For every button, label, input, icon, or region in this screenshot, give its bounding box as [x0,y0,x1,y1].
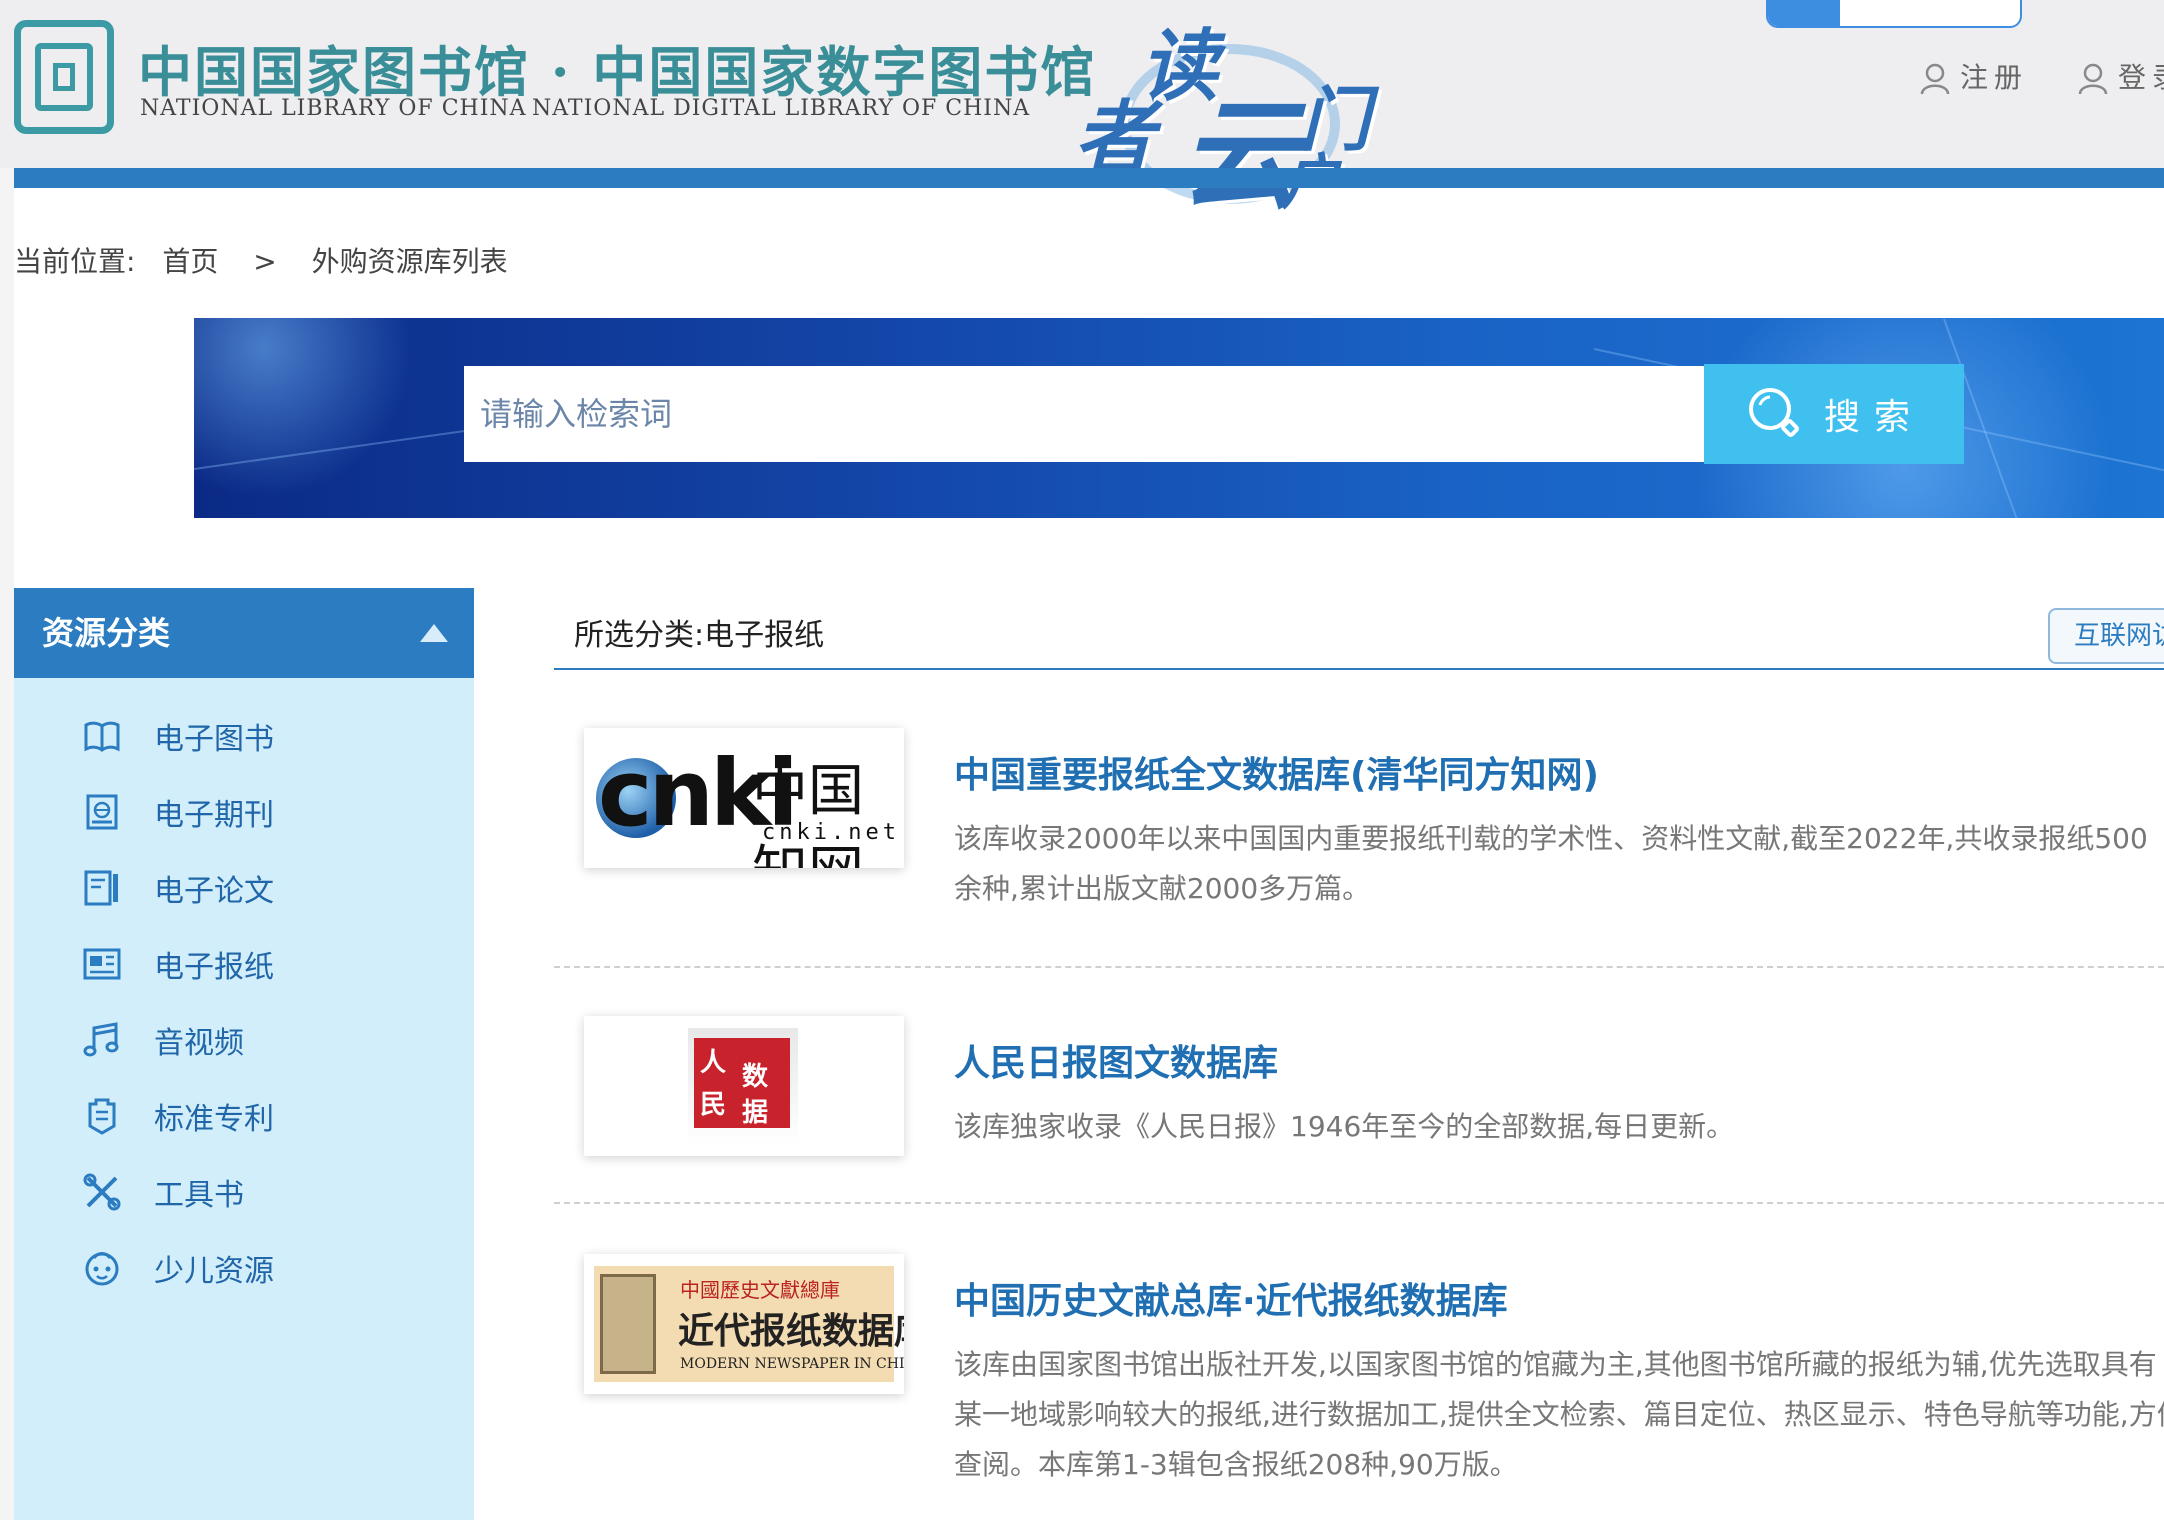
site-title-en-2: NATIONAL DIGITAL LIBRARY OF CHINA [532,96,1031,121]
sidebar-item-label: 工具书 [154,1178,244,1213]
page-left-edge [0,0,14,1520]
internet-access-tab[interactable]: 互联网访问 [2048,608,2164,664]
logo-char-4: 据 [742,1098,769,1128]
collapse-triangle-icon[interactable] [420,624,448,642]
cnki-cn-text: 中国知网 [752,759,864,868]
login-label: 登录 [2118,61,2164,94]
register-label: 注册 [1960,61,2029,94]
reader-portal-logo[interactable]: 读 者 云 门 户 [1050,4,1370,226]
breadcrumb-home-link[interactable]: 首页 [162,245,218,278]
db-description-line-3: 查阅。本库第1-3辑包含报纸208种,90万版。 [954,1448,1518,1481]
modern-newspaper-logo: 中國歷史文獻總庫 近代报纸数据库 MODERN NEWSPAPER IN CHI… [594,1266,904,1382]
sidebar-item-label: 电子期刊 [154,798,274,833]
dashed-divider [554,1202,2164,1204]
peoples-daily-logo-thumbnail[interactable]: 人 民 数 据 [584,1016,904,1156]
breadcrumb-prefix: 当前位置: [14,245,136,278]
breadcrumb-current: 外购资源库列表 [311,245,508,278]
db-description: 该库收录2000年以来中国国内重要报纸刊载的学术性、资料性文献,截至2022年,… [954,822,2148,905]
logo-subtitle: 中國歷史文獻總庫 [680,1278,840,1302]
site-title-en-1: NATIONAL LIBRARY OF CHINA [140,96,527,121]
user-icon [1920,63,1950,95]
sidebar-title: 资源分类 [42,614,171,652]
journal-icon [86,794,118,830]
newspaper-icon [83,948,121,980]
login-link[interactable]: 登录 [2078,56,2164,96]
sidebar-item-thesis[interactable]: 电子论文 [14,856,474,916]
search-icon [1748,388,1799,437]
db-description-line-1: 该库由国家图书馆出版社开发,以国家图书馆的馆藏为主,其他图书馆所藏的报纸为辅,优… [954,1348,2157,1381]
selected-category: 所选分类:电子报纸 [574,610,824,654]
register-link[interactable]: 注册 [1920,56,2028,96]
sidebar-item-label: 电子论文 [154,874,274,909]
sidebar-item-ebook[interactable]: 电子图书 [14,704,474,764]
sidebar-item-reference-tools[interactable]: 工具书 [14,1160,474,1220]
pill-badge [1768,0,1840,26]
book-icon [84,721,120,752]
tools-icon [83,1173,121,1211]
sidebar-item-audio-video[interactable]: 音视频 [14,1008,474,1068]
cnki-domain-text: cnki.net [762,820,900,845]
library-logo[interactable] [14,20,114,134]
logo-title: 近代报纸数据库 [678,1310,904,1352]
top-pill-button[interactable] [1766,0,2022,28]
sidebar-header[interactable]: 资源分类 [14,588,474,678]
seal-icon [600,1274,656,1374]
logo-english: MODERN NEWSPAPER IN CHINA ,1840-1949 [680,1356,904,1372]
search-button-label: 搜索 [1823,397,1924,438]
patent-icon [88,1098,116,1135]
sidebar-item-label: 电子报纸 [154,950,274,985]
dashed-divider [554,966,2164,968]
sidebar-item-label: 少儿资源 [154,1254,274,1289]
db-title-link[interactable]: 人民日报图文数据库 [954,1034,1278,1086]
site-header: 中国国家图书馆 · 中国国家数字图书馆 NATIONAL LIBRARY OF … [0,0,2164,226]
sidebar-item-standards-patents[interactable]: 标准专利 [14,1084,474,1144]
search-button[interactable]: 搜索 [1704,364,1964,464]
music-icon [83,1022,119,1057]
db-description-line-2: 某一地域影响较大的报纸,进行数据加工,提供全文检索、篇目定位、热区显示、特色导航… [954,1398,2164,1431]
db-description: 该库独家收录《人民日报》1946年至今的全部数据,每日更新。 [954,1110,1735,1143]
resource-category-sidebar: 资源分类 电子图书 电子期刊 电子论文 电子报纸 音视频 标准专利 工具书 少儿… [14,588,474,1520]
cnki-logo-thumbnail[interactable]: cnki 中国知网 cnki.net [584,728,904,868]
user-icon [2078,63,2108,95]
filter-prefix: 所选分类: [574,618,705,653]
logo-char-1: 人 [700,1048,727,1078]
breadcrumb-separator: > [253,245,277,278]
filter-bar: 所选分类:电子报纸 互联网访问 [554,600,2164,670]
db-title-link[interactable]: 中国重要报纸全文数据库(清华同方知网) [954,746,1599,798]
thesis-icon [84,870,118,906]
modern-newspaper-logo-thumbnail[interactable]: 中國歷史文獻總庫 近代报纸数据库 MODERN NEWSPAPER IN CHI… [584,1254,904,1394]
logo-char-3: 数 [742,1062,769,1092]
sidebar-item-label: 电子图书 [154,722,274,757]
filter-value: 电子报纸 [704,618,825,653]
logo-char-2: 民 [700,1090,727,1120]
header-accent-bar [14,168,2164,188]
sidebar-item-journal[interactable]: 电子期刊 [14,780,474,840]
peoples-daily-logo: 人 民 数 据 [688,1028,798,1146]
breadcrumb: 当前位置: 首页 > 外购资源库列表 [14,240,526,280]
kids-icon [85,1252,119,1286]
sidebar-item-kids[interactable]: 少儿资源 [14,1236,474,1296]
sidebar-item-newspaper[interactable]: 电子报纸 [14,932,474,992]
sidebar-item-label: 标准专利 [154,1102,274,1137]
search-input[interactable] [464,366,1704,462]
db-title-link[interactable]: 中国历史文献总库·近代报纸数据库 [954,1272,1508,1324]
sidebar-item-label: 音视频 [154,1026,244,1061]
